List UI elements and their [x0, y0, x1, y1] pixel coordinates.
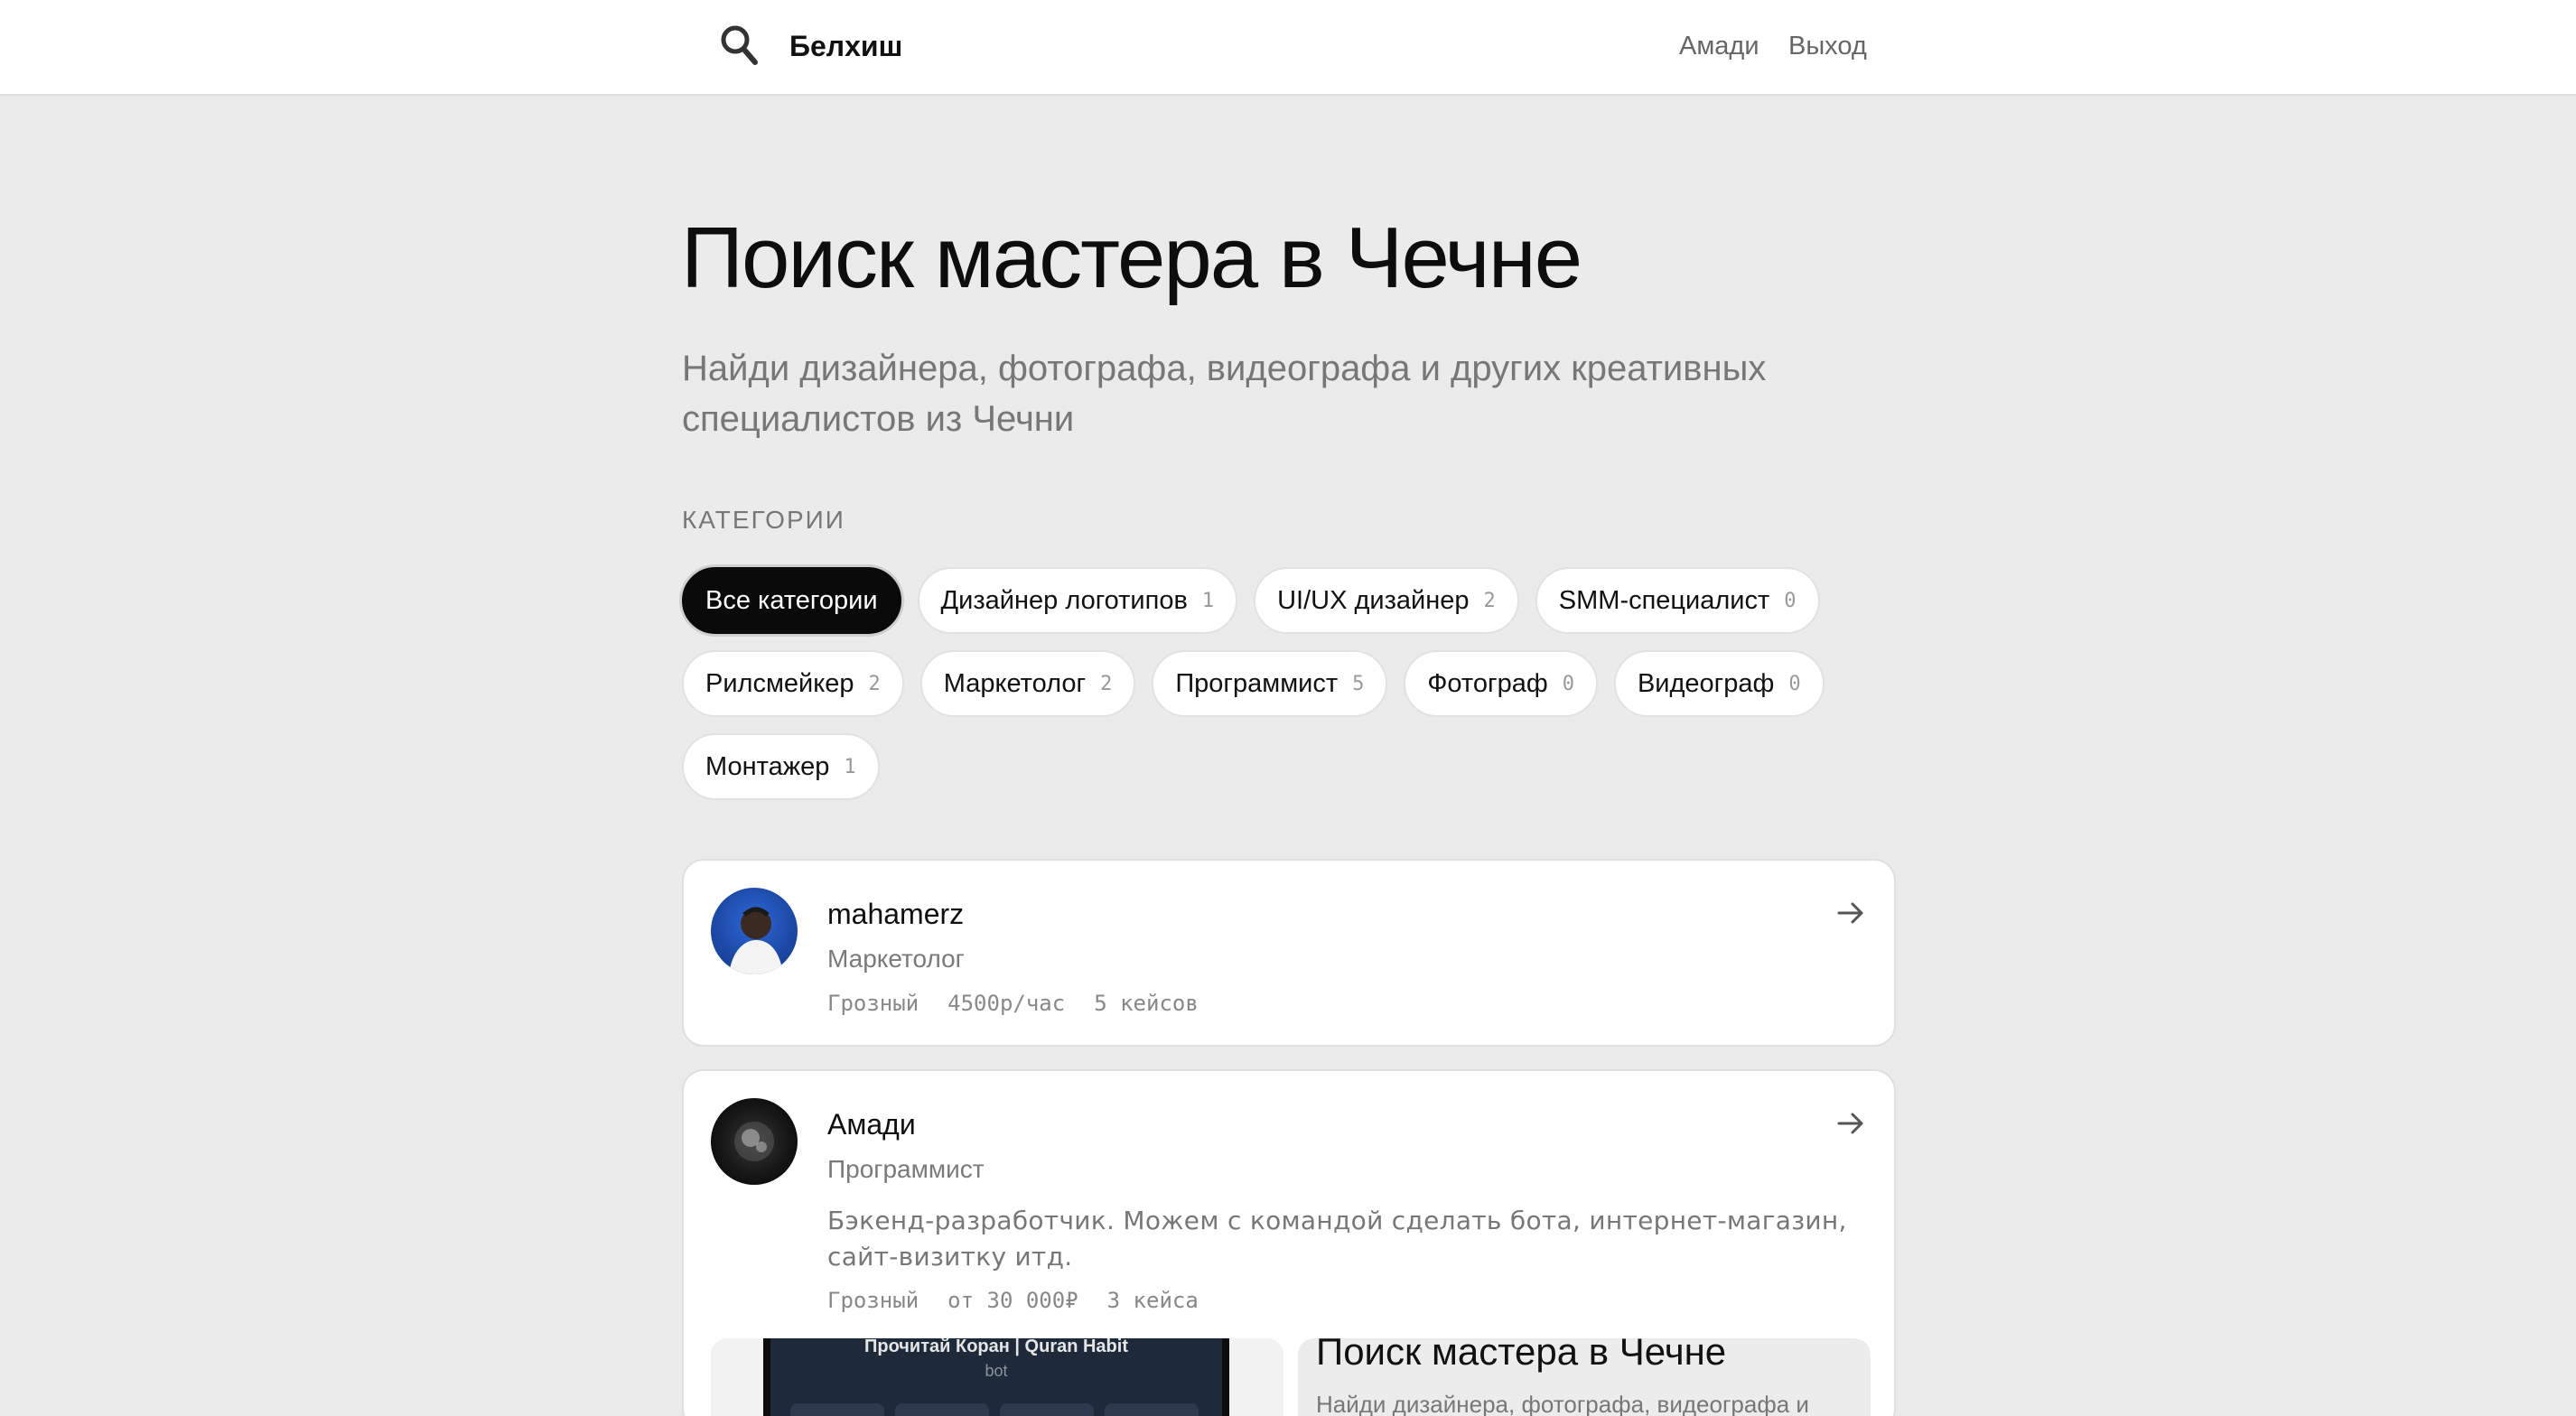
phone-mockup: Прочитай Коран | Quran Habit bot — [770, 1338, 1222, 1416]
categories-heading: КАТЕГОРИИ — [682, 506, 845, 534]
category-chip-count: 1 — [844, 755, 856, 778]
category-chip-label: UI/UX дизайнер — [1277, 585, 1470, 615]
category-chip-label: SMM-специалист — [1558, 585, 1770, 615]
specialist-city: Грозный — [827, 1288, 919, 1313]
category-chip-count: 2 — [868, 672, 881, 695]
category-chip-count: 1 — [1201, 589, 1215, 612]
specialist-name: Амади — [827, 1108, 916, 1141]
category-chip-count: 0 — [1784, 589, 1797, 612]
category-chip-label: Все категории — [705, 585, 878, 615]
preview-subtitle: Найди дизайнера, фотографа, видеографа и — [1316, 1391, 1809, 1416]
preview-title: Поиск мастера в Чечне — [1316, 1338, 1727, 1373]
category-chip-count: 0 — [1788, 672, 1801, 695]
category-chip-smm[interactable]: SMM-специалист 0 — [1535, 567, 1820, 634]
avatar — [711, 1098, 798, 1185]
preview-title: Прочитай Коран | Quran Habit — [864, 1338, 1128, 1356]
top-bar: Белхиш Амади Выход — [0, 0, 2576, 96]
specialist-city: Грозный — [827, 991, 919, 1016]
avatar-abstract-icon — [734, 1122, 774, 1161]
category-chip-uiux-designer[interactable]: UI/UX дизайнер 2 — [1254, 567, 1519, 634]
category-chip-label: Видеограф — [1637, 668, 1775, 698]
category-chip-programmer[interactable]: Программист 5 — [1152, 650, 1388, 717]
specialist-price: 4500р/час — [947, 991, 1066, 1016]
arrow-right-icon[interactable] — [1834, 1107, 1867, 1140]
avatar — [711, 888, 798, 974]
specialist-meta: Грозный от 30 000₽ 3 кейса — [827, 1288, 1199, 1313]
category-chip-label: Рилсмейкер — [705, 668, 854, 698]
specialist-card[interactable]: mahamerz Маркетолог Грозный 4500р/час 5 … — [682, 859, 1896, 1047]
case-preview-image[interactable]: Поиск мастера в Чечне Найди дизайнера, ф… — [1298, 1338, 1871, 1416]
specialist-role: Программист — [827, 1155, 985, 1183]
category-chip-photographer[interactable]: Фотограф 0 — [1404, 650, 1598, 717]
arrow-right-icon[interactable] — [1834, 897, 1867, 929]
category-chip-count: 2 — [1483, 589, 1496, 612]
specialist-meta: Грозный 4500р/час 5 кейсов — [827, 991, 1199, 1016]
category-chip-label: Маркетолог — [943, 668, 1087, 698]
category-chip-count: 2 — [1100, 672, 1113, 695]
specialist-price: от 30 000₽ — [947, 1288, 1078, 1313]
specialist-role: Маркетолог — [827, 945, 965, 973]
category-chip-all[interactable]: Все категории — [682, 567, 901, 634]
preview-subtitle: bot — [985, 1362, 1008, 1380]
category-chip-label: Программист — [1175, 668, 1339, 698]
case-preview-image[interactable]: Прочитай Коран | Quran Habit bot — [711, 1338, 1283, 1416]
category-chip-logo-designer[interactable]: Дизайнер логотипов 1 — [917, 567, 1238, 634]
category-chip-reelsmaker[interactable]: Рилсмейкер 2 — [682, 650, 904, 717]
category-chip-marketer[interactable]: Маркетолог 2 — [919, 650, 1136, 717]
specialist-card[interactable]: Амади Программист Бэкенд-разработчик. Мо… — [682, 1069, 1896, 1416]
category-chip-count: 0 — [1562, 672, 1574, 695]
category-chip-editor[interactable]: Монтажер 1 — [682, 733, 880, 800]
phone-button — [1105, 1403, 1199, 1416]
page-title: Поиск мастера в Чечне — [681, 210, 1582, 306]
category-chip-videographer[interactable]: Видеограф 0 — [1613, 650, 1825, 717]
phone-button — [895, 1403, 989, 1416]
avatar-person-icon — [729, 907, 783, 974]
category-chip-count: 5 — [1352, 672, 1365, 695]
specialist-cases: 5 кейсов — [1094, 991, 1199, 1016]
search-icon[interactable] — [719, 23, 761, 69]
brand-logo[interactable]: Белхиш — [789, 27, 902, 65]
specialist-description: Бэкенд-разработчик. Можем с командой сде… — [827, 1206, 1847, 1272]
phone-button — [1000, 1403, 1094, 1416]
category-filter-list: Все категории Дизайнер логотипов 1 UI/UX… — [682, 567, 1892, 800]
category-chip-label: Дизайнер логотипов — [940, 585, 1188, 615]
category-chip-label: Монтажер — [705, 751, 830, 781]
specialist-name: mahamerz — [827, 898, 965, 930]
category-chip-label: Фотограф — [1427, 668, 1548, 698]
specialist-cases: 3 кейса — [1106, 1288, 1199, 1313]
page-subtitle: Найди дизайнера, фотографа, видеографа и… — [682, 349, 1767, 439]
phone-button — [790, 1403, 884, 1416]
nav-logout-link[interactable]: Выход — [1788, 27, 1867, 65]
nav-user-link[interactable]: Амади — [1679, 27, 1759, 65]
